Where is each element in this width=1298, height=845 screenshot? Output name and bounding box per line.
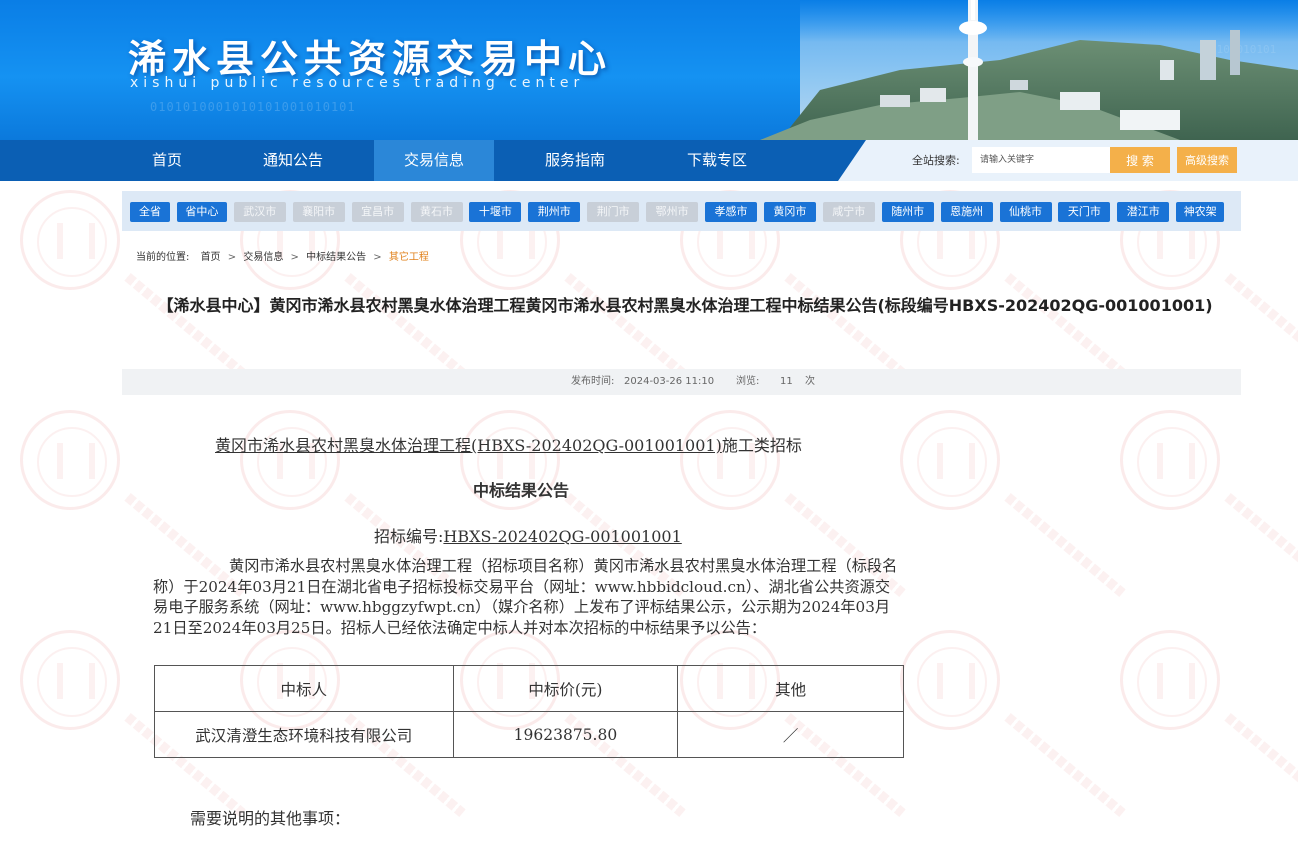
region-tag[interactable]: 黄冈市 xyxy=(763,202,816,222)
breadcrumb-award-results[interactable]: 中标结果公告 xyxy=(306,252,366,263)
project-line: 黄冈市浠水县农村黑臭水体治理工程(HBXS-202402QG-001001001… xyxy=(215,432,802,456)
region-tag[interactable]: 全省 xyxy=(130,202,170,222)
watermark-seal xyxy=(900,410,1000,510)
header-decoration: 0101010001010101001010101 xyxy=(150,100,356,114)
breadcrumb: 当前的位置: 首页 > 交易信息 > 中标结果公告 > 其它工程 xyxy=(136,248,429,263)
nav-downloads[interactable]: 下载专区 xyxy=(656,140,778,181)
project-type: 施工类招标 xyxy=(721,436,802,455)
watermark-text xyxy=(1224,272,1298,378)
nav-home[interactable]: 首页 xyxy=(122,140,212,181)
region-tag[interactable]: 仙桃市 xyxy=(999,202,1052,222)
region-tag[interactable]: 潜江市 xyxy=(1117,202,1170,222)
nav-service-guide[interactable]: 服务指南 xyxy=(514,140,636,181)
other-matters-note: 需要说明的其他事项： xyxy=(190,809,351,828)
tender-code-value: HBXS-202402QG-001001001 xyxy=(443,527,682,546)
region-tag[interactable]: 武汉市 xyxy=(233,202,286,222)
search-label: 全站搜索: xyxy=(912,154,960,167)
table-header-row: 中标人 中标价(元) 其他 xyxy=(154,665,904,712)
region-tag[interactable]: 孝感市 xyxy=(705,202,757,222)
tender-code-line: 招标编号:HBXS-202402QG-001001001 xyxy=(374,523,682,547)
watermark-text xyxy=(124,272,246,378)
advanced-search-button[interactable]: 高级搜索 xyxy=(1177,147,1237,173)
views-label: 浏览: xyxy=(736,376,760,387)
announcement-text: 黄冈市浠水县农村黑臭水体治理工程（招标项目名称）黄冈市浠水县农村黑臭水体治理工程… xyxy=(153,557,898,637)
region-tag[interactable]: 神农架 xyxy=(1176,202,1225,222)
cell-price: 19623875.80 xyxy=(452,711,679,758)
main-nav: 首页 通知公告 交易信息 服务指南 下载专区 全站搜索: 搜 索 高级搜索 xyxy=(0,140,1298,181)
views-unit: 次 xyxy=(805,376,815,387)
search-button[interactable]: 搜 索 xyxy=(1110,147,1170,173)
region-tag[interactable]: 随州市 xyxy=(881,202,934,222)
watermark-seal xyxy=(1120,630,1220,730)
article-title: 【浠水县中心】黄冈市浠水县农村黑臭水体治理工程黄冈市浠水县农村黑臭水体治理工程中… xyxy=(157,296,1213,315)
project-name-underlined: 黄冈市浠水县农村黑臭水体治理工程(HBXS-202402QG-001001001… xyxy=(215,436,722,455)
article-meta: 发布时间: 2024-03-26 11:10 浏览: 11 次 xyxy=(122,369,1241,395)
breadcrumb-trading-info[interactable]: 交易信息 xyxy=(243,252,283,263)
region-tag[interactable]: 襄阳市 xyxy=(292,202,345,222)
watermark-seal xyxy=(240,410,340,510)
views-count: 11 xyxy=(780,376,793,387)
table-row: 武汉清澄生态环境科技有限公司 19623875.80 ／ xyxy=(154,711,904,758)
cell-other: ／ xyxy=(677,711,904,758)
search-input[interactable] xyxy=(972,147,1110,173)
region-tag[interactable]: 鄂州市 xyxy=(646,202,699,222)
tender-code-label: 招标编号: xyxy=(374,527,444,546)
breadcrumb-separator: > xyxy=(227,252,237,263)
site-subtitle: xishui public resources trading center xyxy=(130,75,585,91)
header-price: 中标价(元) xyxy=(452,665,679,712)
nav-notices[interactable]: 通知公告 xyxy=(232,140,354,181)
region-filter-bar: 全省 省中心 武汉市 襄阳市 宜昌市 黄石市 十堰市 荆州市 荆门市 鄂州市 孝感市 黄冈市 咸宁市 随州… xyxy=(122,191,1241,231)
region-tag[interactable]: 荆州市 xyxy=(528,202,581,222)
breadcrumb-separator: > xyxy=(290,252,299,263)
city-skyline-image xyxy=(760,0,1298,140)
announcement-paragraph: 黄冈市浠水县农村黑臭水体治理工程（招标项目名称）黄冈市浠水县农村黑臭水体治理工程… xyxy=(153,556,905,638)
region-tag[interactable]: 十堰市 xyxy=(469,202,522,222)
watermark-seal xyxy=(1120,410,1220,510)
region-tag[interactable]: 宜昌市 xyxy=(351,202,404,222)
watermark-text xyxy=(1224,492,1298,598)
region-tag[interactable]: 咸宁市 xyxy=(822,202,875,222)
doc-heading: 中标结果公告 xyxy=(473,481,570,500)
watermark-seal xyxy=(900,630,1000,730)
watermark-seal xyxy=(20,630,120,730)
breadcrumb-separator: > xyxy=(373,252,382,263)
watermark-text xyxy=(344,272,466,378)
watermark-text xyxy=(1004,272,1126,378)
award-result-table: 中标人 中标价(元) 其他 武汉清澄生态环境科技有限公司 19623875.80… xyxy=(154,665,904,758)
watermark-text xyxy=(1004,712,1126,818)
nav-trading-info[interactable]: 交易信息 xyxy=(374,140,494,181)
watermark-seal xyxy=(680,410,780,510)
watermark-text xyxy=(564,272,686,378)
region-tag[interactable]: 天门市 xyxy=(1058,202,1111,222)
header-other: 其他 xyxy=(677,665,904,712)
region-tag[interactable]: 恩施州 xyxy=(940,202,993,222)
site-header: 0101010001010101001010101 01010101010101… xyxy=(0,0,1298,140)
watermark-seal xyxy=(20,410,120,510)
region-tag[interactable]: 省中心 xyxy=(176,202,227,222)
cell-winner: 武汉清澄生态环境科技有限公司 xyxy=(154,711,454,758)
header-winner: 中标人 xyxy=(154,665,454,712)
watermark-text xyxy=(784,272,906,378)
publish-time: 2024-03-26 11:10 xyxy=(624,376,715,387)
publish-label: 发布时间: xyxy=(571,376,615,387)
breadcrumb-home[interactable]: 首页 xyxy=(201,252,221,263)
region-tag[interactable]: 黄石市 xyxy=(410,202,463,222)
watermark-text xyxy=(1224,712,1298,818)
breadcrumb-prefix: 当前的位置: xyxy=(136,252,190,263)
region-tag[interactable]: 荆门市 xyxy=(587,202,640,222)
breadcrumb-current[interactable]: 其它工程 xyxy=(389,252,429,263)
watermark-text xyxy=(1004,492,1126,598)
watermark-seal xyxy=(20,190,120,290)
